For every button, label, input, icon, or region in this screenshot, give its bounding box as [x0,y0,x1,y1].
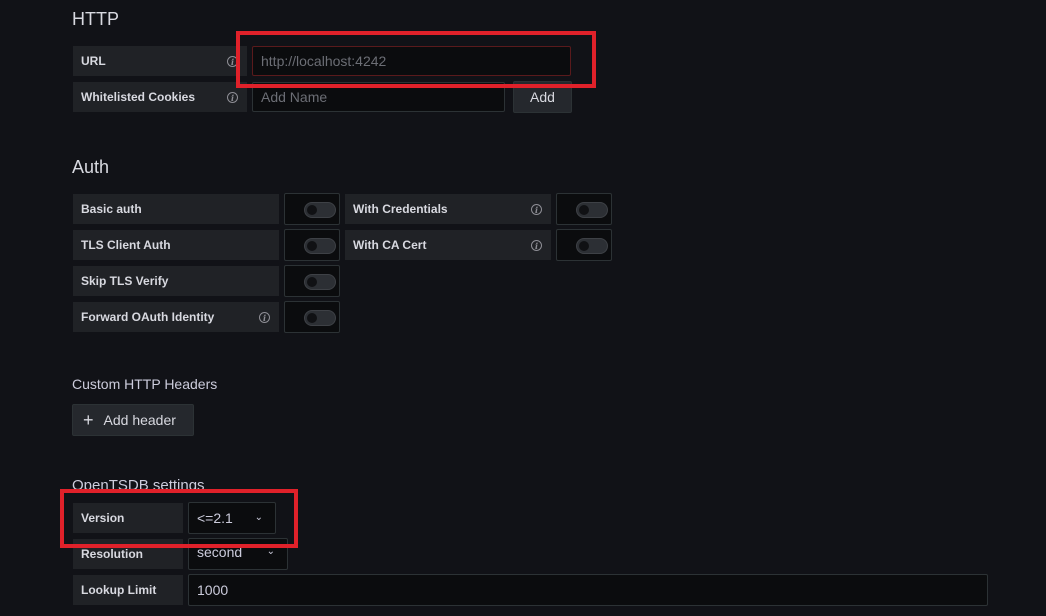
with-ca-cert-label-text: With CA Cert [353,238,427,252]
url-label: URL i [72,45,248,77]
forward-oauth-label: Forward OAuth Identity i [72,301,280,333]
toggle-switch [304,310,336,326]
tls-client-auth-label: TLS Client Auth [72,229,280,261]
with-credentials-toggle[interactable] [556,193,612,225]
with-ca-cert-toggle[interactable] [556,229,612,261]
info-icon[interactable]: i [227,92,238,103]
basic-auth-label: Basic auth [72,193,280,225]
info-icon[interactable]: i [531,240,542,251]
toggle-switch [304,202,336,218]
basic-auth-toggle[interactable] [284,193,340,225]
with-credentials-label-text: With Credentials [353,202,448,216]
lookup-limit-label: Lookup Limit [72,574,184,606]
forward-oauth-toggle[interactable] [284,301,340,333]
custom-headers-title: Custom HTTP Headers [72,376,218,392]
info-icon[interactable]: i [531,204,542,215]
tls-client-auth-toggle[interactable] [284,229,340,261]
http-section-title: HTTP [72,9,119,29]
add-header-label: Add header [103,412,176,428]
url-label-text: URL [81,54,106,68]
toggle-switch [304,274,336,290]
with-ca-cert-label: With CA Cert i [344,229,552,261]
version-highlight-box [60,489,298,548]
with-credentials-label: With Credentials i [344,193,552,225]
url-highlight-box [236,31,596,88]
toggle-switch [576,202,608,218]
info-icon[interactable]: i [259,312,270,323]
plus-icon: + [83,409,94,430]
lookup-limit-input[interactable]: 1000 [188,574,988,606]
toggle-switch [576,238,608,254]
whitelisted-cookies-label: Whitelisted Cookies i [72,81,248,113]
skip-tls-verify-label: Skip TLS Verify [72,265,280,297]
whitelisted-cookies-label-text: Whitelisted Cookies [81,90,196,104]
forward-oauth-label-text: Forward OAuth Identity [81,310,215,324]
auth-section-title: Auth [72,157,110,177]
add-header-button[interactable]: + Add header [72,404,194,436]
skip-tls-verify-toggle[interactable] [284,265,340,297]
toggle-switch [304,238,336,254]
